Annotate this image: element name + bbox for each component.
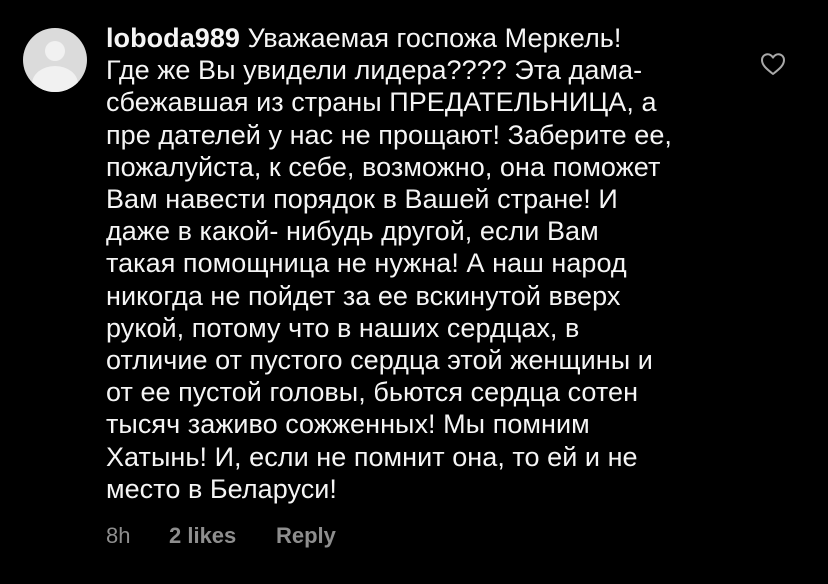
reply-button[interactable]: Reply [276, 521, 336, 551]
avatar-shoulders-shape [32, 66, 78, 92]
avatar-head-shape [45, 41, 65, 61]
avatar[interactable] [23, 28, 87, 92]
comment-timestamp: 8h [106, 523, 131, 548]
likes-count-button[interactable]: 2 likes [169, 521, 236, 551]
comment-username[interactable]: loboda989 [106, 23, 240, 53]
comment-text: Уважаемая госпожа Меркель! Где же Вы уви… [106, 23, 672, 504]
comment: loboda989 Уважаемая госпожа Меркель! Где… [0, 0, 828, 584]
heart-icon[interactable] [760, 52, 786, 76]
comment-body: loboda989 Уважаемая госпожа Меркель! Где… [106, 22, 716, 505]
